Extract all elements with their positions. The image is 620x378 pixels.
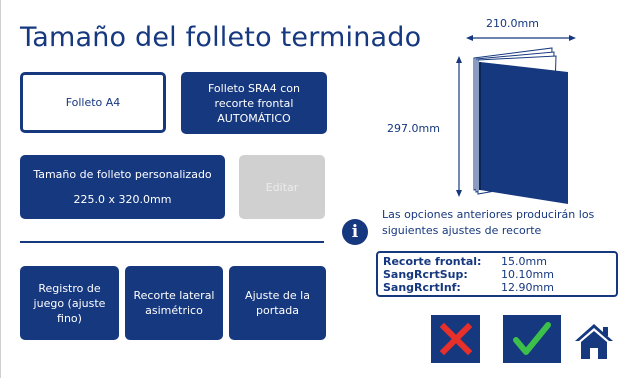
trim-label: SangRcrtSup:: [383, 268, 468, 281]
custom-size-title: Tamaño de folleto personalizado: [33, 168, 212, 181]
info-icon: i: [342, 219, 368, 245]
screen-left-border: [0, 0, 1, 378]
trim-value: 12.90mm: [501, 281, 554, 294]
booklet-a4-label: Folleto A4: [65, 96, 121, 109]
section-divider: [20, 241, 324, 243]
home-button[interactable]: [573, 321, 615, 361]
booklet-a4-button[interactable]: Folleto A4: [20, 72, 166, 133]
page-title: Tamaño del folleto terminado: [20, 22, 422, 53]
cancel-button[interactable]: [431, 315, 480, 363]
height-label: 297.0mm: [387, 122, 440, 135]
booklet-icon: [456, 35, 576, 204]
trim-row: SangRcrtInf: 12.90mm: [383, 281, 611, 294]
trim-value: 10.10mm: [501, 268, 554, 281]
checkmark-icon: [513, 322, 551, 355]
trim-row: Recorte frontal: 15.0mm: [383, 255, 611, 268]
registro-button[interactable]: Registro de juego (ajuste fino): [20, 266, 119, 340]
booklet-sra4-label: Folleto SRA4 con recorte frontal AUTOMÁT…: [207, 81, 301, 125]
info-text: Las opciones anteriores producirán los s…: [382, 208, 595, 237]
ajuste-portada-button[interactable]: Ajuste de la portada: [229, 266, 326, 340]
recorte-lateral-label: Recorte lateral asimétrico: [133, 289, 215, 317]
home-icon: [575, 324, 613, 359]
custom-size-button[interactable]: Tamaño de folleto personalizado 225.0 x …: [20, 155, 225, 219]
trim-row: SangRcrtSup: 10.10mm: [383, 268, 611, 281]
ajuste-portada-label: Ajuste de la portada: [245, 289, 310, 317]
close-icon: [439, 322, 472, 356]
trim-label: Recorte frontal:: [383, 255, 482, 268]
trim-label: SangRcrtInf:: [383, 281, 461, 294]
trim-value: 15.0mm: [501, 255, 547, 268]
custom-size-value: 225.0 x 320.0mm: [73, 193, 172, 206]
edit-button[interactable]: Editar: [239, 155, 325, 219]
edit-label: Editar: [265, 180, 299, 194]
booklet-sra4-button[interactable]: Folleto SRA4 con recorte frontal AUTOMÁT…: [181, 72, 327, 134]
confirm-button[interactable]: [503, 315, 561, 363]
recorte-lateral-button[interactable]: Recorte lateral asimétrico: [125, 266, 223, 340]
registro-label: Registro de juego (ajuste fino): [33, 281, 106, 325]
trim-settings-box: Recorte frontal: 15.0mm SangRcrtSup: 10.…: [376, 251, 618, 297]
